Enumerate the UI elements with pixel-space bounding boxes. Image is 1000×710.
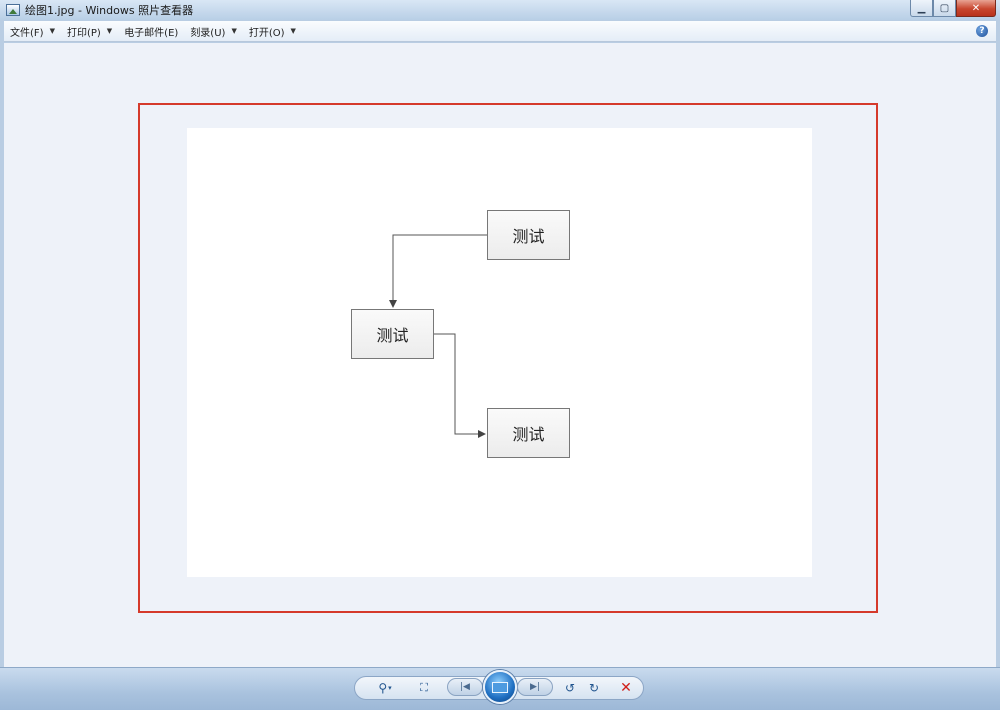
- menu-file[interactable]: 文件(F) ▼: [4, 21, 61, 42]
- menu-burn[interactable]: 刻录(U) ▼: [184, 21, 243, 42]
- title-bar[interactable]: 绘图1.jpg - Windows 照片查看器 ▁ ▢ ✕: [0, 0, 1000, 20]
- flowchart-node-top: 测试: [487, 210, 570, 260]
- flowchart-node-bottom: 测试: [487, 408, 570, 458]
- rotate-counterclockwise-button[interactable]: ↺: [562, 680, 578, 696]
- menu-email[interactable]: 电子邮件(E): [118, 21, 184, 42]
- window-title: 绘图1.jpg - Windows 照片查看器: [25, 4, 194, 17]
- slideshow-button[interactable]: [483, 670, 517, 704]
- magnifier-icon: ⚲: [378, 681, 388, 695]
- actual-size-button[interactable]: ⛶: [415, 680, 433, 696]
- connector-top-to-middle: [389, 234, 487, 308]
- connector-middle-to-bottom: [434, 333, 486, 438]
- menu-bar: 文件(F) ▼ 打印(P) ▼ 电子邮件(E) 刻录(U) ▼ 打开(O) ▼ …: [4, 21, 996, 42]
- image-viewport[interactable]: 测试 测试 测试: [4, 43, 996, 667]
- previous-button[interactable]: |◀: [447, 678, 483, 696]
- previous-icon: |◀: [460, 682, 470, 692]
- chevron-down-icon: ▼: [49, 27, 55, 35]
- minimize-button[interactable]: ▁: [910, 0, 933, 17]
- menu-print[interactable]: 打印(P) ▼: [61, 21, 118, 42]
- chevron-down-icon: ▼: [290, 27, 296, 35]
- chevron-down-icon: ▼: [231, 27, 237, 35]
- bottom-toolbar: ⚲ ▾ ⛶ |◀ ▶| ↺ ↻ ✕: [0, 667, 1000, 710]
- fit-window-icon: ⛶: [420, 681, 428, 694]
- menu-burn-label: 刻录(U): [190, 27, 226, 39]
- flowchart-node-middle: 测试: [351, 309, 434, 359]
- flowchart-connectors: [389, 234, 487, 438]
- next-button[interactable]: ▶|: [517, 678, 553, 696]
- menu-email-label: 电子邮件(E): [124, 27, 179, 39]
- rotate-left-icon: ↺: [564, 681, 576, 695]
- displayed-image: 测试 测试 测试: [187, 128, 812, 577]
- chevron-down-icon: ▼: [106, 27, 113, 35]
- zoom-button[interactable]: ⚲ ▾: [373, 680, 397, 696]
- rotate-right-icon: ↻: [588, 681, 600, 695]
- slideshow-icon: [492, 681, 508, 693]
- menu-open[interactable]: 打开(O) ▼: [243, 21, 302, 42]
- delete-button[interactable]: ✕: [618, 680, 634, 696]
- close-button[interactable]: ✕: [956, 0, 996, 17]
- delete-icon: ✕: [620, 680, 632, 696]
- menu-print-label: 打印(P): [66, 27, 101, 39]
- window-controls: ▁ ▢ ✕: [910, 0, 996, 17]
- menu-file-label: 文件(F): [10, 27, 44, 39]
- next-icon: ▶|: [530, 682, 540, 692]
- maximize-button[interactable]: ▢: [933, 0, 956, 17]
- help-icon[interactable]: ?: [976, 25, 988, 37]
- rotate-clockwise-button[interactable]: ↻: [586, 680, 602, 696]
- photo-viewer-icon: [6, 4, 20, 16]
- menu-open-label: 打开(O): [248, 27, 285, 39]
